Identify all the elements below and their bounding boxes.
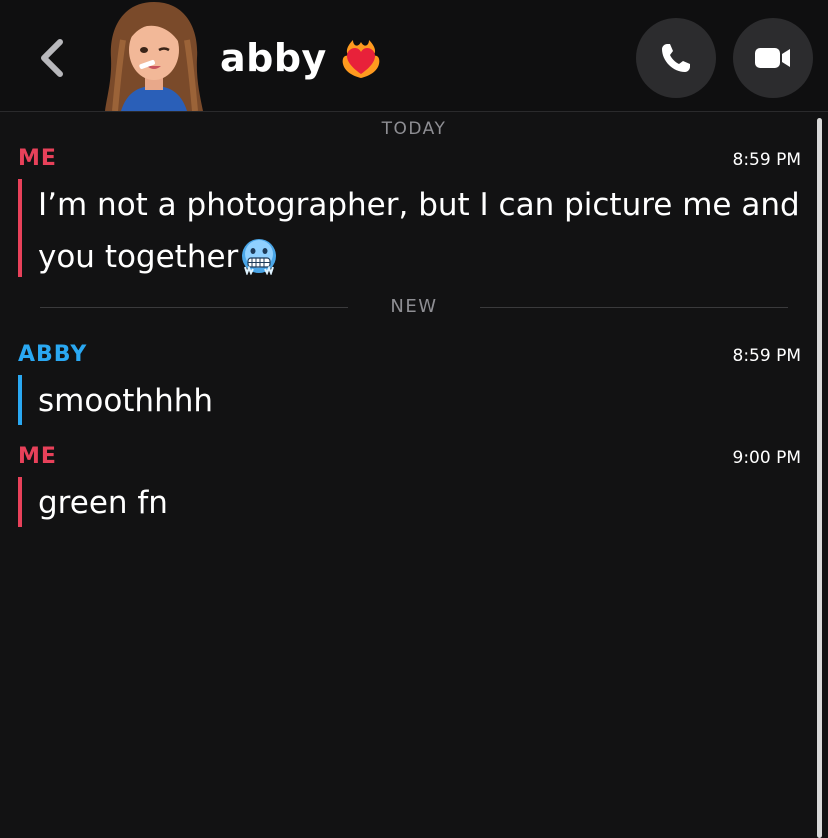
message-text-line: you together — [38, 231, 800, 283]
call-button[interactable] — [636, 18, 716, 98]
sender-label-me: ME — [18, 444, 57, 469]
back-button[interactable] — [34, 36, 70, 80]
heart-on-fire-icon — [342, 40, 380, 78]
message-bubble[interactable]: I’m not a photographer, but I can pictur… — [18, 179, 800, 277]
avatar[interactable] — [103, 0, 205, 111]
contact-title[interactable]: abby — [220, 30, 383, 86]
message-text: you together — [38, 239, 239, 275]
chat-header: abby — [0, 0, 828, 112]
sender-label-abby: ABBY — [18, 342, 88, 367]
message-bubble[interactable]: green fn — [18, 477, 168, 527]
new-divider-right — [480, 307, 788, 308]
message-text: green fn — [38, 485, 168, 521]
day-label: TODAY — [381, 119, 447, 139]
video-camera-icon — [755, 48, 790, 68]
scrollbar[interactable] — [817, 118, 822, 838]
message-timestamp: 9:00 PM — [732, 448, 802, 468]
sender-label-me: ME — [18, 146, 57, 171]
message-bubble[interactable]: smoothhhh — [18, 375, 213, 425]
message-text: smoothhhh — [38, 383, 214, 419]
video-call-button[interactable] — [733, 18, 813, 98]
message-text-line: I’m not a photographer, but I can pictur… — [38, 187, 800, 223]
message-timestamp: 8:59 PM — [732, 150, 802, 170]
chevron-left-icon — [41, 39, 63, 77]
freezing-face-emoji-icon — [242, 238, 277, 275]
phone-icon — [662, 44, 690, 72]
message-timestamp: 8:59 PM — [732, 346, 802, 366]
contact-name: abby — [220, 36, 327, 80]
